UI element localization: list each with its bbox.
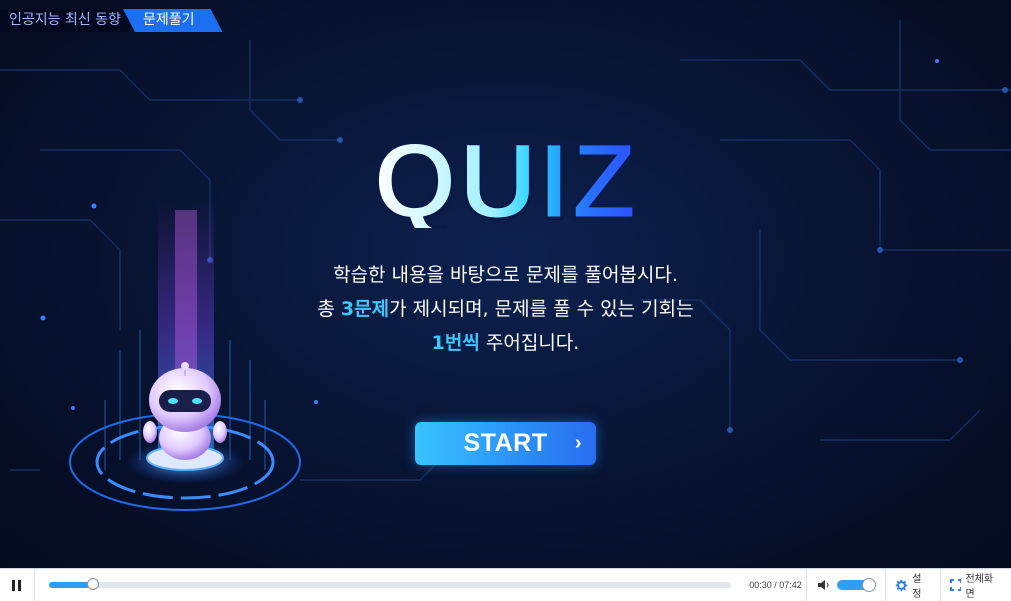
fullscreen-icon [949,579,962,591]
speaker-icon[interactable] [817,579,831,591]
pause-icon [12,579,16,591]
volume-handle[interactable] [862,578,877,592]
quiz-title-text: QUIZ [373,120,639,228]
quiz-intro-stage: 인공지능 최신 동향 문제풀기 QUIZ 학습한 내용을 바탕으로 문제를 풀어… [0,0,1011,568]
attempt-count: 1번씩 [431,332,480,354]
chevron-right-icon: › [574,432,582,454]
seek-handle[interactable] [87,578,100,590]
fullscreen-label: 전체화면 [965,574,994,600]
robot-illustration [60,200,310,530]
start-button[interactable]: START › [415,422,596,465]
volume-slider[interactable] [837,578,877,592]
volume-control [807,578,885,592]
seek-bar[interactable] [48,578,731,590]
breadcrumb-current: 문제풀기 [122,9,223,32]
question-count: 3문제 [340,298,390,320]
breadcrumb: 인공지능 최신 동향 문제풀기 [0,9,223,32]
settings-button[interactable]: 설정 [886,569,939,601]
settings-label: 설정 [912,574,922,600]
time-display: 00:30 / 07:42 [749,580,802,590]
player-controls: 00:30 / 07:42 설정 전체화면 [0,568,1011,601]
start-button-label: START [463,429,548,457]
fullscreen-button[interactable]: 전체화면 [941,569,1011,601]
gear-icon [896,579,908,591]
pause-button[interactable] [0,569,34,601]
breadcrumb-course: 인공지능 최신 동향 [0,9,131,32]
